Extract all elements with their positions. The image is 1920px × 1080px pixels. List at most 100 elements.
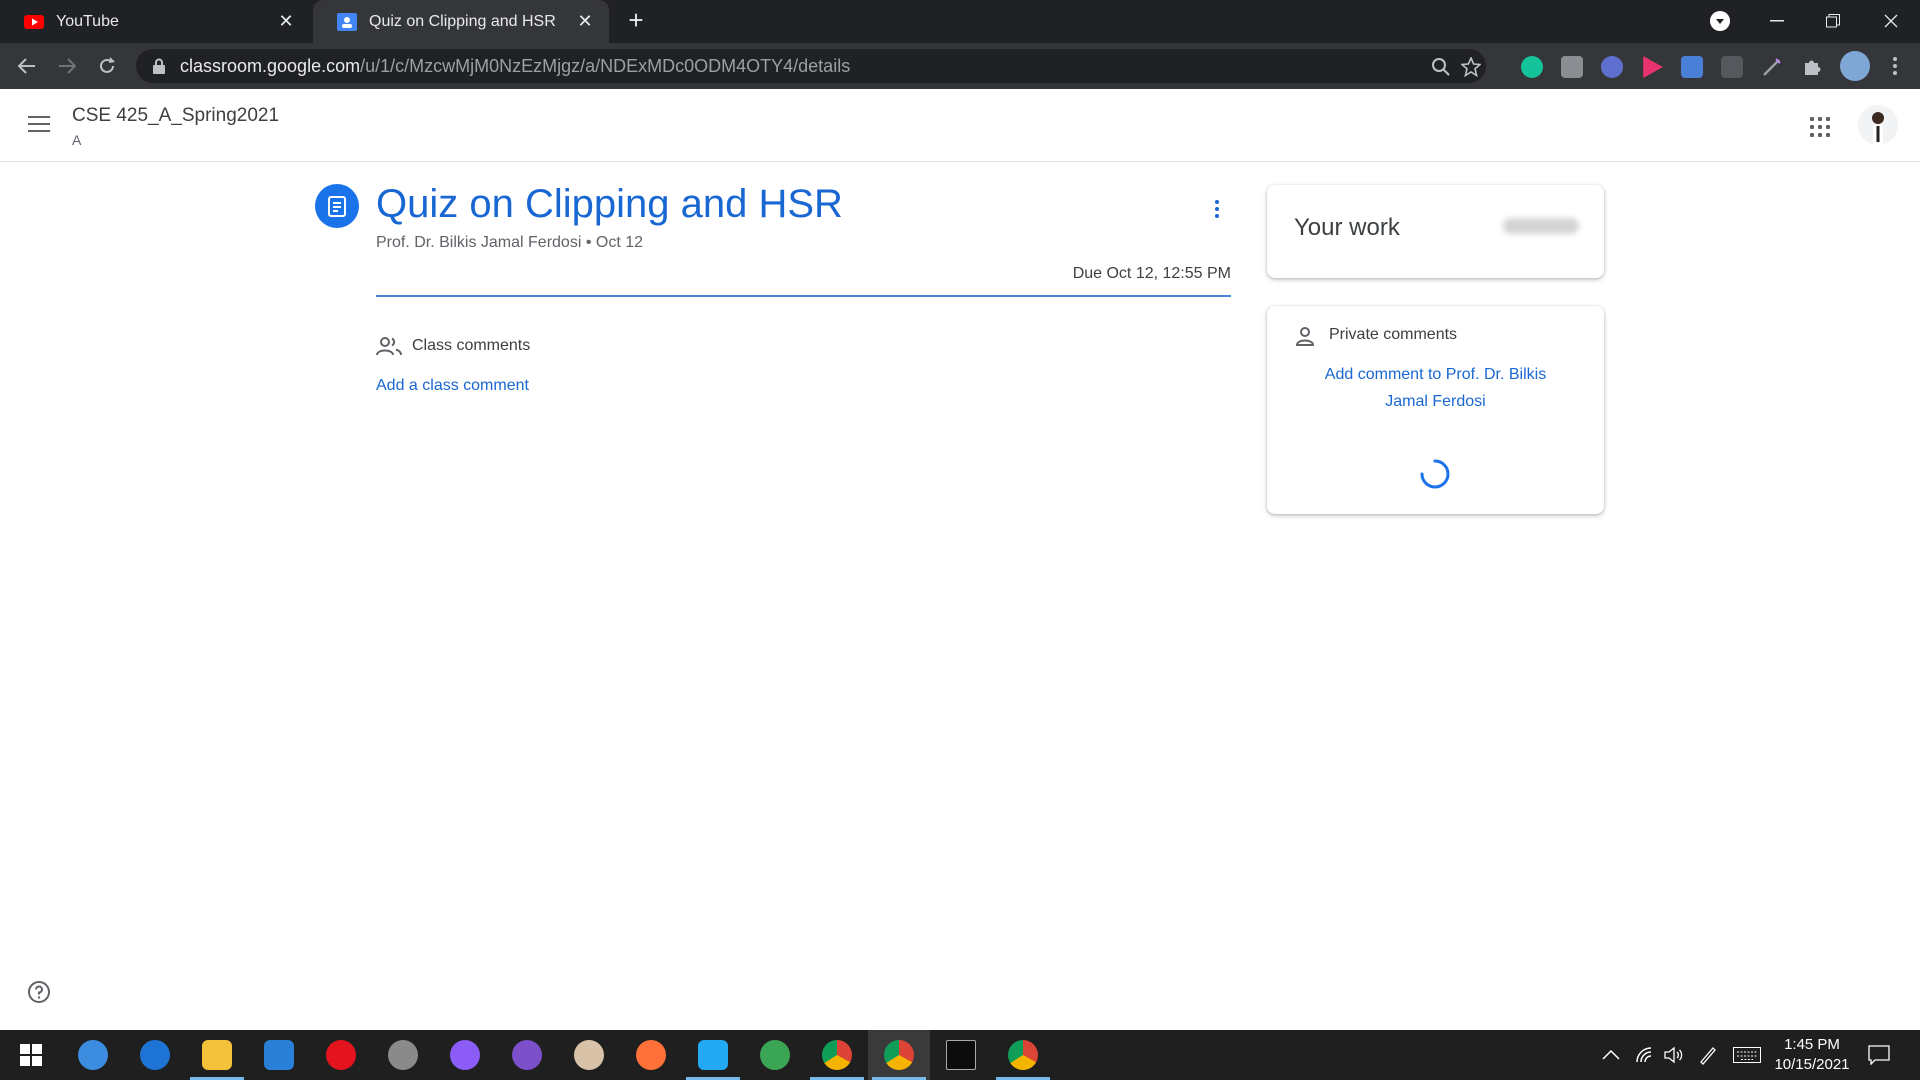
qbittorrent-icon — [78, 1040, 108, 1070]
edge-icon — [140, 1040, 170, 1070]
url-host: classroom.google.com — [180, 55, 361, 76]
assignment-title: Quiz on Clipping and HSR — [376, 182, 843, 226]
taskbar-app[interactable] — [372, 1030, 434, 1080]
close-icon[interactable]: ✕ — [575, 11, 595, 32]
start-button[interactable] — [0, 1030, 62, 1080]
taskbar-app3[interactable] — [744, 1030, 806, 1080]
back-icon[interactable] — [12, 51, 42, 81]
loading-spinner-icon — [1420, 459, 1450, 489]
screen-icon[interactable] — [1721, 56, 1743, 78]
opera-icon — [326, 1040, 356, 1070]
taskbar-chrome-alt[interactable] — [992, 1030, 1054, 1080]
taskbar-terminal[interactable] — [930, 1030, 992, 1080]
taskbar-chrome[interactable] — [806, 1030, 868, 1080]
your-work-card: Your work — [1267, 185, 1604, 278]
tab-classroom[interactable]: Quiz on Clipping and HSR ✕ — [313, 0, 609, 43]
tab-title: YouTube — [56, 12, 119, 30]
youtube-icon — [24, 12, 44, 32]
classroom-header: CSE 425_A_Spring2021 A — [0, 89, 1920, 162]
zoom-icon[interactable] — [1431, 57, 1451, 77]
private-comments-card: Private comments Add comment to Prof. Dr… — [1267, 306, 1604, 514]
app2-icon — [574, 1040, 604, 1070]
github-icon — [512, 1040, 542, 1070]
browser-tab-strip: YouTube ✕ Quiz on Clipping and HSR ✕ + — [0, 0, 1920, 43]
file-explorer-icon — [202, 1040, 232, 1070]
bookmark-star-icon[interactable] — [1461, 57, 1481, 77]
url-path: /u/1/c/MzcwMjM0NzEzMjgz/a/NDExMDc0ODM4OT… — [360, 55, 851, 76]
chrome-active-icon — [884, 1040, 914, 1070]
chrome-menu-icon[interactable] — [1880, 51, 1910, 81]
taskbar-file-explorer[interactable] — [186, 1030, 248, 1080]
class-section: A — [72, 132, 82, 148]
tab-title: Quiz on Clipping and HSR — [369, 12, 556, 30]
taskbar-firefox[interactable] — [620, 1030, 682, 1080]
add-private-comment-link[interactable]: Add comment to Prof. Dr. Bilkis Jamal Fe… — [1307, 361, 1564, 415]
taskbar-edge[interactable] — [124, 1030, 186, 1080]
tab-youtube[interactable]: YouTube ✕ — [0, 0, 310, 43]
mail-icon — [264, 1040, 294, 1070]
taskbar-chrome-active[interactable] — [868, 1030, 930, 1080]
minimize-icon[interactable] — [1762, 6, 1792, 36]
add-class-comment-link[interactable]: Add a class comment — [376, 377, 529, 395]
taskbar-opera[interactable] — [310, 1030, 372, 1080]
taskbar-mail[interactable] — [248, 1030, 310, 1080]
address-bar[interactable]: classroom.google.com/u/1/c/MzcwMjM0NzEzM… — [136, 49, 1486, 83]
puzzle-icon[interactable] — [1801, 56, 1823, 78]
windows-icon — [20, 1044, 42, 1066]
class-comments-label: Class comments — [412, 337, 531, 354]
firefox-icon — [636, 1040, 666, 1070]
app3-icon — [760, 1040, 790, 1070]
your-work-title: Your work — [1294, 214, 1400, 241]
forward-icon[interactable] — [52, 51, 82, 81]
due-date: Due Oct 12, 12:55 PM — [1072, 265, 1231, 282]
reload-icon[interactable] — [92, 51, 122, 81]
classroom-icon — [337, 12, 357, 32]
new-tab-button[interactable]: + — [624, 7, 648, 33]
vscode-icon — [698, 1040, 728, 1070]
windows-taskbar: 1:45 PM 10/15/2021 — [0, 1030, 1920, 1080]
main-menu-icon[interactable] — [28, 116, 50, 134]
taskbar-qbittorrent[interactable] — [62, 1030, 124, 1080]
more-options-icon[interactable] — [1202, 194, 1232, 224]
assignment-icon — [315, 184, 359, 228]
work-status-badge — [1503, 218, 1579, 234]
assignment-author-date: Prof. Dr. Bilkis Jamal Ferdosi • Oct 12 — [376, 234, 644, 251]
person-icon — [1295, 327, 1315, 346]
taskbar-github[interactable] — [496, 1030, 558, 1080]
private-comments-label: Private comments — [1329, 326, 1458, 343]
action-center-icon[interactable] — [1868, 1030, 1890, 1080]
app-icon — [388, 1040, 418, 1070]
clock-time: 1:45 PM — [1784, 1036, 1840, 1053]
browser-toolbar: classroom.google.com/u/1/c/MzcwMjM0NzEzM… — [0, 43, 1920, 89]
tab-search-icon[interactable] — [1710, 11, 1730, 31]
taskbar-messenger[interactable] — [434, 1030, 496, 1080]
close-window-icon[interactable] — [1876, 6, 1906, 36]
lock-icon — [153, 58, 165, 74]
taskbar-vscode[interactable] — [682, 1030, 744, 1080]
grammarly-icon[interactable] — [1521, 56, 1543, 78]
messenger-icon — [450, 1040, 480, 1070]
system-clock[interactable]: 1:45 PM 10/15/2021 — [1770, 1035, 1854, 1075]
camera-icon[interactable] — [1561, 56, 1583, 78]
show-hidden-icons[interactable] — [1602, 1030, 1620, 1080]
help-icon[interactable] — [27, 980, 51, 1004]
terminal-icon — [946, 1040, 976, 1070]
volume-icon[interactable] — [1664, 1030, 1684, 1080]
chrome-icon — [822, 1040, 852, 1070]
account-avatar[interactable] — [1858, 105, 1898, 145]
chrome-alt-icon — [1008, 1040, 1038, 1070]
restore-icon[interactable] — [1818, 6, 1848, 36]
download-icon[interactable] — [1681, 56, 1703, 78]
google-apps-icon[interactable] — [1810, 117, 1830, 137]
pen-icon[interactable] — [1761, 56, 1783, 78]
wifi-icon[interactable] — [1635, 1030, 1655, 1080]
close-icon[interactable]: ✕ — [276, 11, 296, 32]
taskbar-app2[interactable] — [558, 1030, 620, 1080]
pen-workspace-icon[interactable] — [1698, 1030, 1718, 1080]
extension-icon[interactable] — [1601, 56, 1623, 78]
profile-avatar[interactable] — [1840, 51, 1870, 81]
class-name[interactable]: CSE 425_A_Spring2021 — [72, 105, 279, 127]
keyboard-icon[interactable] — [1733, 1030, 1761, 1080]
title-divider — [376, 295, 1231, 297]
play-icon[interactable] — [1643, 56, 1663, 78]
